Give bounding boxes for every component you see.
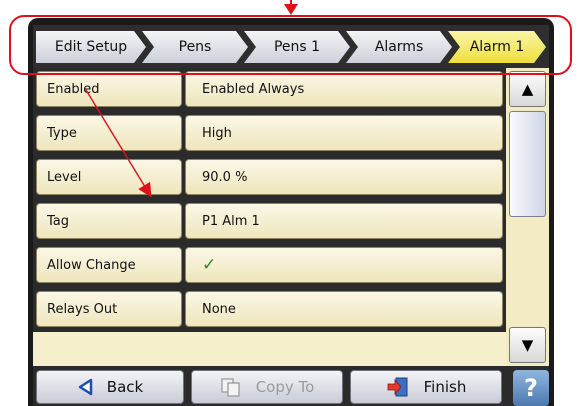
back-button[interactable]: Back [36,370,184,404]
setting-row-allow-change[interactable]: Allow Change ✓ [33,244,506,288]
setting-value[interactable]: P1 Alm 1 [185,203,503,239]
breadcrumb-label: Alarm 1 [469,39,525,55]
help-icon: ? [524,374,538,402]
breadcrumb-label: Alarms [374,39,424,55]
finish-label: Finish [423,378,467,396]
breadcrumb-alarms[interactable]: Alarms [346,31,452,63]
setting-label: Type [36,115,182,151]
setting-label: Relays Out [36,291,182,327]
setting-value[interactable]: ✓ [185,247,503,283]
copy-icon [221,378,240,397]
setting-label: Allow Change [36,247,182,283]
recorder-screen: Edit Setup Pens Pens 1 Alarms Alarm 1 En… [33,25,549,406]
checkmark-icon: ✓ [202,255,217,275]
breadcrumb-label: Pens [178,39,212,55]
setting-row-tag[interactable]: Tag P1 Alm 1 [33,200,506,244]
finish-door-icon [387,377,408,397]
setting-value[interactable]: 90.0 % [185,159,503,195]
setting-label: Tag [36,203,182,239]
copy-to-button[interactable]: Copy To [191,370,343,404]
setting-value[interactable]: High [185,115,503,151]
bottom-toolbar: Back Copy To Finish ? [33,366,549,406]
setting-value[interactable]: None [185,291,503,327]
breadcrumb-pens-1[interactable]: Pens 1 [244,31,350,63]
setting-value[interactable]: Enabled Always [185,71,503,107]
setting-row-level[interactable]: Level 90.0 % [33,156,506,200]
breadcrumb-edit-setup[interactable]: Edit Setup [36,31,146,63]
setting-row-enabled[interactable]: Enabled Enabled Always [33,68,506,112]
back-label: Back [106,378,144,396]
setting-label: Level [36,159,182,195]
settings-list: Enabled Enabled Always Type High Level 9… [33,68,506,366]
breadcrumb-label: Pens 1 [273,39,321,55]
help-button[interactable]: ? [513,370,549,406]
setting-row-type[interactable]: Type High [33,112,506,156]
back-arrow-icon [78,378,93,396]
breadcrumb-alarm-1[interactable]: Alarm 1 [448,31,546,63]
setting-label: Enabled [36,71,182,107]
scroll-down-button[interactable]: ▼ [509,327,546,363]
arrow-up-icon: ▲ [521,80,534,98]
setting-row-relays-out[interactable]: Relays Out None [33,288,506,332]
breadcrumb-label: Edit Setup [54,39,128,55]
scroll-up-button[interactable]: ▲ [509,71,546,107]
annotation-top-arrowhead [284,4,298,15]
scroll-thumb[interactable] [509,111,546,217]
arrow-down-icon: ▼ [521,336,534,354]
breadcrumb-pens[interactable]: Pens [142,31,248,63]
breadcrumb: Edit Setup Pens Pens 1 Alarms Alarm 1 [33,25,549,68]
scrollbar[interactable]: ▲ ▼ [506,68,549,366]
finish-button[interactable]: Finish [350,370,502,404]
copy-to-label: Copy To [255,378,315,396]
